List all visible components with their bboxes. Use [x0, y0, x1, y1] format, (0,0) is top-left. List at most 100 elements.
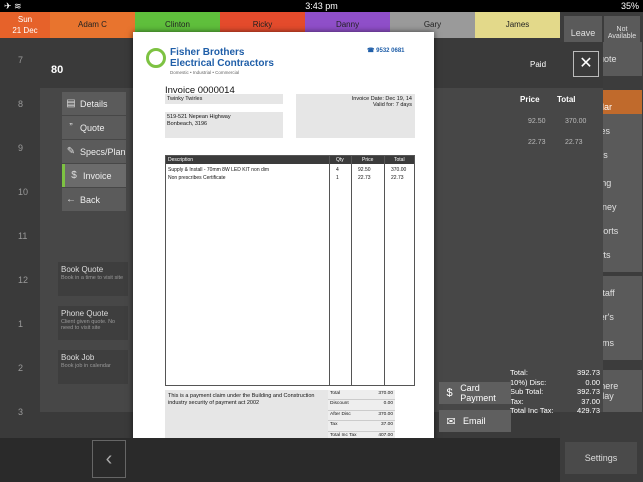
line-qty: 4: [336, 167, 339, 173]
company-phone: ☎ 9532 0681: [367, 48, 405, 54]
details-icon: ▤: [66, 98, 76, 109]
nav-item-invoice[interactable]: $ Invoice: [62, 164, 126, 187]
line-description: Non prescribes Certificate: [168, 175, 226, 181]
time-label: 12: [18, 275, 29, 285]
close-job-button[interactable]: ✕: [573, 51, 599, 77]
battery-level: 35%: [620, 1, 639, 11]
card-payment-button[interactable]: $ Card Payment: [439, 382, 511, 404]
total-row: Tax: 37.00: [510, 397, 600, 407]
job-row-total: 370.00: [565, 118, 587, 125]
dollar-icon: $: [446, 387, 453, 399]
option-subtitle: Book job in calendar: [61, 363, 111, 369]
day-name: Sun: [17, 15, 33, 24]
book-job-option[interactable]: Book Job Book job in calendar: [58, 350, 128, 384]
job-nav: ▤ Details ” Quote ✎ Specs/Plan $ Invoice ← Back: [62, 92, 126, 212]
email-button[interactable]: ✉ Email: [439, 410, 511, 432]
book-quote-option[interactable]: Book Quote Book in a time to visit site: [58, 262, 128, 296]
col-price: Price: [520, 95, 540, 104]
customer-name: Twinky Twirles: [167, 96, 203, 102]
valid-value: 7 days: [395, 102, 412, 108]
total-row: Total: 392.73: [510, 368, 600, 378]
pencil-icon: ✎: [66, 146, 76, 157]
total-label: 10%) Disc:: [510, 377, 547, 387]
option-subtitle: Client given quote. No need to visit sit…: [61, 319, 116, 331]
action-label: Email: [463, 416, 486, 426]
company-logo: [146, 48, 166, 68]
time-label: 8: [18, 99, 24, 109]
nav-item-label: Details: [80, 98, 108, 109]
clock: 3:43 pm: [305, 1, 338, 11]
summary-label: Total: [330, 391, 341, 396]
bottom-bar: [0, 438, 560, 482]
staff-column-header[interactable]: Adam C: [50, 12, 135, 38]
nav-item-quote[interactable]: ” Quote: [62, 116, 126, 139]
total-label: Total Inc Tax:: [510, 406, 554, 415]
invoice-document: Fisher Brothers Electrical Contractors D…: [133, 32, 434, 456]
summary-value: 370.00: [378, 411, 393, 417]
nav-item-specs-plan[interactable]: ✎ Specs/Plan: [62, 140, 126, 163]
job-totals: Total: 392.73 10%) Disc: 0.00 Sub Total: 392.…: [510, 368, 600, 416]
line-price: 22.73: [358, 175, 371, 181]
total-value: 392.73: [577, 368, 600, 377]
total-value: 0.00: [585, 377, 600, 387]
nav-item-back[interactable]: ← Back: [62, 188, 126, 211]
time-label: 1: [18, 319, 24, 329]
envelope-icon: ✉: [446, 415, 456, 428]
option-title: Book Job: [61, 353, 95, 362]
line-total: 370.00: [391, 167, 407, 173]
total-value: 37.00: [581, 396, 600, 406]
header-qty: Qty: [336, 157, 344, 163]
col-total: Total: [557, 95, 576, 104]
summary-label: After Disc: [330, 411, 351, 417]
total-row: Total Inc Tax: 429.73: [510, 406, 600, 416]
option-subtitle: Book in a time to visit site: [61, 275, 124, 281]
total-label: Tax:: [510, 396, 524, 406]
back-arrow-icon: ←: [66, 194, 76, 205]
line-total: 22.73: [391, 175, 404, 181]
invoice-summary: Total 370.00 Discount 0.00 After Disc 370.00 T…: [328, 390, 395, 442]
line-description: Supply & Install - 70mm 8W LED KIT non d…: [168, 167, 270, 173]
summary-value: 370.00: [378, 391, 393, 396]
header-total: Total: [394, 157, 405, 163]
day-date: 21 Dec: [12, 26, 38, 35]
summary-row: Discount 0.00: [328, 400, 395, 411]
time-label: 3: [18, 407, 24, 417]
job-row-price: 92.50: [528, 118, 546, 125]
customer-address-2: Bonbeach, 3196: [167, 121, 208, 127]
company-tagline: Domestic • Industrial • Commercial: [170, 70, 240, 75]
summary-label: Tax: [330, 422, 338, 428]
summary-row: After Disc 370.00: [328, 410, 395, 422]
staff-column-header[interactable]: James: [475, 12, 560, 38]
back-arrow-icon[interactable]: ‹: [92, 440, 126, 478]
total-label: Sub Total:: [510, 387, 544, 396]
payment-note: This is a payment claim under the Buildi…: [165, 390, 328, 442]
quote-icon: ”: [69, 122, 73, 133]
action-label: Card Payment: [460, 383, 496, 403]
paid-status: Paid: [530, 60, 547, 69]
valid-label: Valid for:: [372, 102, 395, 108]
day-header[interactable]: Sun 21 Dec: [0, 12, 50, 38]
time-label: 9: [18, 143, 24, 153]
settings-button[interactable]: Settings: [565, 442, 637, 474]
company-name: Fisher Brothers: [170, 47, 245, 58]
time-label: 7: [18, 55, 24, 65]
nav-item-label: Back: [80, 194, 101, 205]
option-title: Book Quote: [61, 265, 104, 274]
header-price: Price: [362, 157, 374, 163]
time-label: 11: [18, 231, 28, 241]
phone-quote-option[interactable]: Phone Quote Client given quote. No need t…: [58, 306, 128, 340]
nav-item-details[interactable]: ▤ Details: [62, 92, 126, 115]
line-qty: 1: [336, 175, 339, 181]
table-header: Description Qty Price Total: [166, 156, 414, 164]
customer-address-1: 519-521 Nepean Highway: [167, 114, 231, 120]
total-row: 10%) Disc: 0.00: [510, 378, 600, 388]
invoice-lines-table: Description Qty Price Total Supply & Ins…: [165, 155, 415, 386]
job-row-total: 22.73: [565, 139, 583, 146]
nav-item-label: Specs/Plan: [80, 146, 126, 157]
job-row-price: 22.73: [528, 139, 546, 146]
total-value: 429.73: [577, 406, 600, 415]
status-bar: ✈ ≋ 3:43 pm 35%: [0, 0, 643, 12]
total-row: Sub Total: 392.73: [510, 387, 600, 397]
line-price: 92.50: [358, 167, 371, 173]
header-description: Description: [168, 157, 194, 163]
